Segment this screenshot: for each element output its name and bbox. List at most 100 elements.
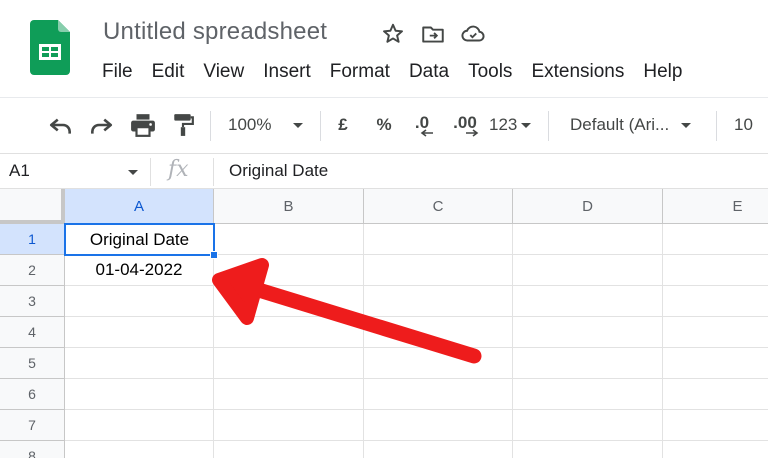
formula-input[interactable]: Original Date (229, 161, 328, 181)
cell-b3[interactable] (214, 286, 364, 317)
cell-e2[interactable] (663, 255, 768, 286)
cell-c8[interactable] (364, 441, 513, 458)
row-header-6[interactable]: 6 (0, 379, 65, 410)
row-header-1[interactable]: 1 (0, 224, 65, 255)
column-header-c[interactable]: C (364, 189, 513, 224)
cell-a3[interactable] (65, 286, 214, 317)
row-header-4[interactable]: 4 (0, 317, 65, 348)
cell-c6[interactable] (364, 379, 513, 410)
row-header-2[interactable]: 2 (0, 255, 65, 286)
toolbar-divider (320, 111, 321, 141)
menu-help[interactable]: Help (643, 61, 682, 83)
menu-extensions[interactable]: Extensions (531, 61, 624, 83)
row-header-8[interactable]: 8 (0, 441, 65, 458)
chevron-down-icon (293, 122, 304, 128)
cell-e3[interactable] (663, 286, 768, 317)
menu-view[interactable]: View (203, 61, 244, 83)
star-icon[interactable] (380, 21, 406, 47)
row-header-3[interactable]: 3 (0, 286, 65, 317)
arrow-right-icon (466, 128, 479, 137)
font-family-select[interactable]: Default (Ari... (570, 112, 705, 138)
formula-divider (213, 158, 214, 186)
cell-b6[interactable] (214, 379, 364, 410)
formula-divider (150, 158, 151, 186)
menu-data[interactable]: Data (409, 61, 449, 83)
cloud-status-icon[interactable] (460, 21, 486, 47)
cell-d8[interactable] (513, 441, 663, 458)
paint-format-icon[interactable] (168, 112, 198, 138)
sheets-logo-icon[interactable] (30, 20, 70, 75)
cell-d2[interactable] (513, 255, 663, 286)
toolbar: 100% £ % .0 .00 123 Default (Ari... 10 (0, 97, 768, 153)
select-all-corner[interactable] (0, 189, 65, 224)
cell-e8[interactable] (663, 441, 768, 458)
name-box[interactable]: A1 (9, 161, 30, 181)
cell-e1[interactable] (663, 224, 768, 255)
zoom-value: 100% (228, 115, 272, 134)
cell-d4[interactable] (513, 317, 663, 348)
cell-b5[interactable] (214, 348, 364, 379)
cell-d5[interactable] (513, 348, 663, 379)
menu-file[interactable]: File (102, 61, 133, 83)
cell-a5[interactable] (65, 348, 214, 379)
increase-decimal-button[interactable]: .00 (449, 112, 481, 138)
zoom-select[interactable]: 100% (228, 112, 312, 138)
menu-insert[interactable]: Insert (263, 61, 311, 83)
more-formats-button[interactable]: 123 (489, 112, 539, 138)
cell-c3[interactable] (364, 286, 513, 317)
font-size-input[interactable]: 10 (734, 112, 758, 138)
menu-tools[interactable]: Tools (468, 61, 512, 83)
function-icon: fx (168, 157, 189, 182)
cell-a2[interactable]: 01-04-2022 (65, 255, 214, 286)
menu-edit[interactable]: Edit (152, 61, 185, 83)
row-header-7[interactable]: 7 (0, 410, 65, 441)
title-actions (380, 20, 486, 48)
menu-format[interactable]: Format (330, 61, 390, 83)
toolbar-divider (210, 111, 211, 141)
cell-c1[interactable] (364, 224, 513, 255)
undo-icon[interactable] (46, 112, 76, 138)
more-formats-label: 123 (489, 115, 518, 134)
cell-a7[interactable] (65, 410, 214, 441)
cell-b2[interactable] (214, 255, 364, 286)
percent-format-button[interactable]: % (373, 112, 395, 138)
cell-b1[interactable] (214, 224, 364, 255)
cell-a4[interactable] (65, 317, 214, 348)
column-header-e[interactable]: E (663, 189, 768, 224)
cell-e5[interactable] (663, 348, 768, 379)
cell-e7[interactable] (663, 410, 768, 441)
cell-c4[interactable] (364, 317, 513, 348)
column-header-d[interactable]: D (513, 189, 663, 224)
row-header-5[interactable]: 5 (0, 348, 65, 379)
cell-b8[interactable] (214, 441, 364, 458)
toolbar-divider (716, 111, 717, 141)
cell-b4[interactable] (214, 317, 364, 348)
cell-b7[interactable] (214, 410, 364, 441)
fill-handle[interactable] (210, 251, 218, 259)
move-to-folder-icon[interactable] (420, 21, 446, 47)
cell-e4[interactable] (663, 317, 768, 348)
cell-c7[interactable] (364, 410, 513, 441)
column-header-b[interactable]: B (214, 189, 364, 224)
toolbar-divider (548, 111, 549, 141)
cell-e6[interactable] (663, 379, 768, 410)
app-header: Untitled spreadsheet File Edit View Inse… (0, 0, 768, 97)
cell-c2[interactable] (364, 255, 513, 286)
decrease-decimal-button[interactable]: .0 (407, 112, 437, 138)
chevron-down-icon[interactable] (128, 170, 138, 175)
chevron-down-icon (681, 122, 692, 128)
cell-a8[interactable] (65, 441, 214, 458)
cell-d7[interactable] (513, 410, 663, 441)
column-header-a[interactable]: A (65, 189, 214, 224)
currency-format-button[interactable]: £ (333, 112, 353, 138)
cell-d6[interactable] (513, 379, 663, 410)
cell-a1[interactable]: Original Date (64, 223, 215, 256)
document-title[interactable]: Untitled spreadsheet (103, 18, 327, 46)
arrow-left-icon (420, 128, 433, 137)
cell-d3[interactable] (513, 286, 663, 317)
print-icon[interactable] (128, 112, 158, 138)
cell-c5[interactable] (364, 348, 513, 379)
redo-icon[interactable] (86, 112, 116, 138)
cell-a6[interactable] (65, 379, 214, 410)
cell-d1[interactable] (513, 224, 663, 255)
